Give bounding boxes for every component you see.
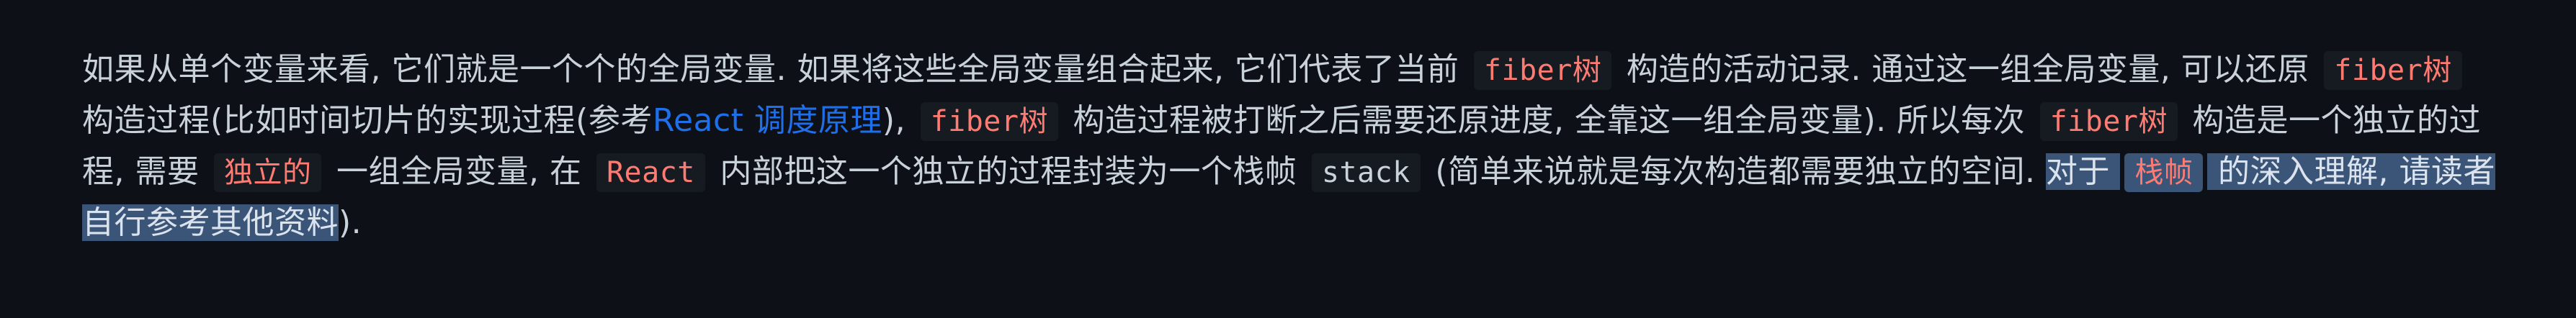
inline-code-fiber-tree: fiber树 <box>1473 51 1612 90</box>
article-paragraph: 如果从单个变量来看, 它们就是一个个的全局变量. 如果将这些全局变量组合起来, … <box>82 45 2495 248</box>
inline-code-fiber-tree: fiber树 <box>2039 102 2178 141</box>
text-segment: 构造的活动记录. 通过这一组全局变量, 可以还原 <box>1626 51 2309 88</box>
text-segment: 一组全局变量, 在 <box>336 153 582 190</box>
text-segment: ). <box>339 204 362 241</box>
selected-inline-code-stack-frame[interactable]: 栈帧 <box>2124 153 2204 192</box>
inline-code-fiber-tree: fiber树 <box>920 102 1058 141</box>
inline-code-stack: stack <box>1311 153 1421 192</box>
text-segment: 如果从单个变量来看, 它们就是一个个的全局变量. 如果将这些全局变量组合起来, … <box>82 51 1459 88</box>
selected-text[interactable]: 对于 <box>2045 153 2110 190</box>
inline-code-fiber-tree: fiber树 <box>2324 51 2462 90</box>
text-segment: 构造过程被打断之后需要还原进度, 全靠这一组全局变量). 所以每次 <box>1073 102 2026 139</box>
text-segment: (简单来说就是每次构造都需要独立的空间. <box>1435 153 2036 190</box>
inline-code-independent: 独立的 <box>213 153 322 192</box>
text-segment: 内部把这一个独立的过程封装为一个栈帧 <box>720 153 1297 190</box>
text-segment: ), <box>882 102 906 139</box>
text-segment: 构造过程(比如时间切片的实现过程(参考 <box>82 102 653 139</box>
inline-code-react: React <box>596 153 705 192</box>
react-scheduler-link[interactable]: React 调度原理 <box>653 102 882 139</box>
